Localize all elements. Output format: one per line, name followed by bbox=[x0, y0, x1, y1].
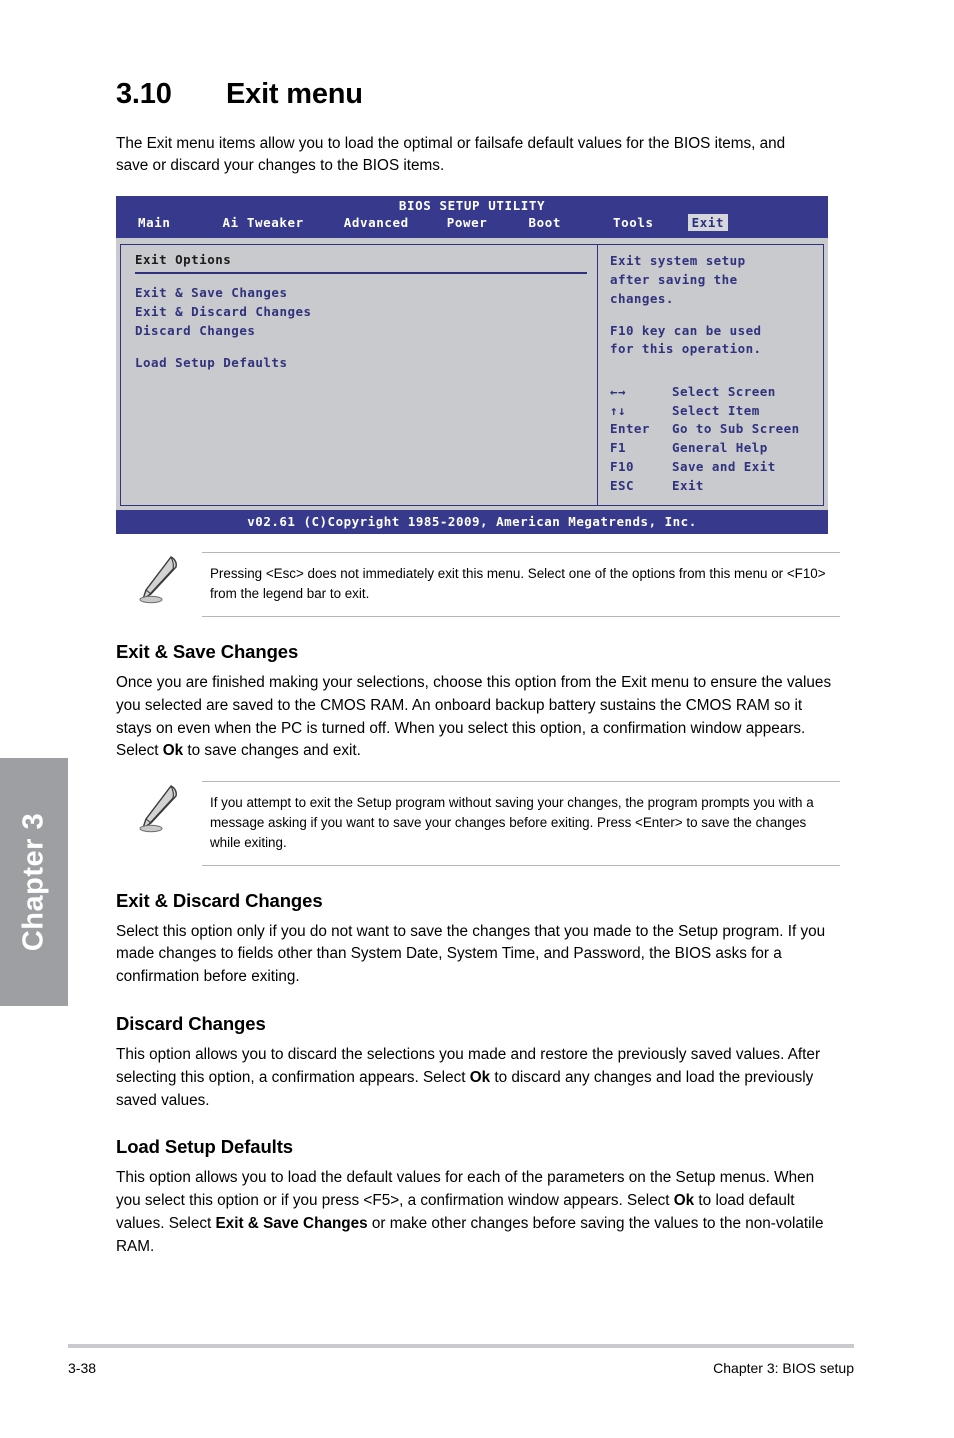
heading-load-setup-defaults: Load Setup Defaults bbox=[116, 1136, 293, 1158]
chapter-tab: Chapter 3 bbox=[0, 758, 68, 1006]
bios-header: BIOS SETUP UTILITY Main Ai Tweaker Advan… bbox=[116, 195, 828, 239]
legend-action-select-screen: Select Screen bbox=[672, 383, 776, 399]
bold-ok: Ok bbox=[469, 1068, 491, 1086]
bios-tab-exit[interactable]: Exit bbox=[687, 214, 729, 232]
section-number: 3.10 bbox=[116, 78, 172, 110]
footer-page-number: 3-38 bbox=[68, 1360, 97, 1376]
bios-title: BIOS SETUP UTILITY bbox=[398, 197, 546, 213]
heading-exit-save-changes: Exit & Save Changes bbox=[116, 641, 299, 662]
paragraph-discard-changes: This option allows you to discard the se… bbox=[116, 1044, 836, 1112]
chapter-tab-label: Chapter 3 bbox=[17, 812, 50, 952]
paragraph-load-setup-defaults: This option allows you to load the defau… bbox=[116, 1167, 836, 1258]
heading-exit-discard-changes: Exit & Discard Changes bbox=[116, 889, 323, 911]
note-text-container: Pressing <Esc> does not immediately exit… bbox=[202, 552, 840, 617]
bios-body: Exit Options Exit & Save Changes Exit & … bbox=[116, 238, 828, 511]
bios-help-text: Exit system setup after saving the chang… bbox=[610, 252, 815, 308]
bios-tab-main[interactable]: Main bbox=[134, 214, 175, 231]
paragraph-exit-save-changes: Once you are finished making your select… bbox=[116, 672, 836, 763]
pencil-icon bbox=[139, 785, 177, 833]
bios-help-text-secondary: F10 key can be used for this operation. bbox=[610, 322, 815, 360]
bios-options-heading: Exit Options bbox=[135, 252, 587, 275]
note-text: If you attempt to exit the Setup program… bbox=[210, 795, 814, 850]
section-title: Exit menu bbox=[226, 78, 363, 110]
bold-exit-save-changes: Exit & Save Changes bbox=[215, 1214, 368, 1232]
page-title: 3.10 Exit menu bbox=[116, 78, 840, 111]
legend-row: F1 General Help bbox=[610, 439, 800, 458]
legend-action-save-and-exit: Save and Exit bbox=[672, 458, 776, 474]
legend-row: F10 Save and Exit bbox=[610, 458, 800, 477]
manual-page: Chapter 3 3.10 Exit menu The Exit menu i… bbox=[0, 0, 954, 1438]
legend-action-exit: Exit bbox=[672, 477, 704, 493]
legend-row: ↑↓ Select Item bbox=[610, 402, 800, 421]
bios-item-exit-discard-changes[interactable]: Exit & Discard Changes bbox=[135, 302, 587, 321]
heading-discard-changes: Discard Changes bbox=[116, 1012, 266, 1034]
legend-row: ←→ Select Screen bbox=[610, 383, 800, 402]
legend-action-general-help: General Help bbox=[672, 440, 768, 456]
note-box-unsaved-changes: If you attempt to exit the Setup program… bbox=[116, 781, 840, 866]
bios-legend: ←→ Select Screen ↑↓ Select Item Enter Go… bbox=[610, 383, 800, 496]
bios-help-panel: Exit system setup after saving the chang… bbox=[598, 244, 824, 507]
bios-help-line-3: changes. bbox=[610, 290, 674, 306]
footer-divider bbox=[68, 1344, 854, 1348]
bios-setup-utility-screen: BIOS SETUP UTILITY Main Ai Tweaker Advan… bbox=[116, 195, 828, 535]
legend-action-go-to-sub-screen: Go to Sub Screen bbox=[672, 421, 800, 437]
note-text: Pressing <Esc> does not immediately exit… bbox=[210, 566, 826, 602]
bold-ok: Ok bbox=[162, 742, 184, 760]
text-part-b: to save changes and exit. bbox=[183, 742, 361, 760]
footer-chapter-label: Chapter 3: BIOS setup bbox=[713, 1360, 854, 1376]
bios-copyright-bar: v02.61 (C)Copyright 1985-2009, American … bbox=[116, 510, 828, 535]
bios-help-line-5: for this operation. bbox=[610, 341, 762, 357]
note-box-esc: Pressing <Esc> does not immediately exit… bbox=[116, 552, 840, 617]
bios-help-line-2: after saving the bbox=[610, 272, 738, 288]
legend-key-esc: ESC bbox=[610, 477, 634, 493]
bios-help-line-1: Exit system setup bbox=[610, 253, 746, 269]
bios-tab-ai-tweaker[interactable]: Ai Tweaker bbox=[219, 214, 308, 231]
page-content: 3.10 Exit menu The Exit menu items allow… bbox=[116, 78, 840, 1262]
legend-key-f10: F10 bbox=[610, 458, 634, 474]
intro-paragraph: The Exit menu items allow you to load th… bbox=[116, 135, 786, 175]
note-pencil-icon bbox=[116, 781, 202, 833]
page-footer: 3-38 Chapter 3: BIOS setup bbox=[68, 1360, 854, 1376]
legend-key-arrows-ud: ↑↓ bbox=[610, 402, 626, 418]
bios-tab-boot[interactable]: Boot bbox=[524, 214, 565, 231]
bios-item-exit-save-changes[interactable]: Exit & Save Changes bbox=[135, 283, 587, 302]
bios-tab-advanced[interactable]: Advanced bbox=[340, 214, 413, 231]
legend-key-arrows-lr: ←→ bbox=[610, 383, 626, 399]
bios-menu-bar: Main Ai Tweaker Advanced Power Boot Tool… bbox=[116, 213, 828, 234]
bios-options-panel: Exit Options Exit & Save Changes Exit & … bbox=[120, 244, 598, 507]
legend-action-select-item: Select Item bbox=[672, 402, 760, 418]
bios-tab-power[interactable]: Power bbox=[443, 214, 492, 231]
legend-key-enter: Enter bbox=[610, 421, 650, 437]
note-pencil-icon bbox=[116, 552, 202, 604]
note-text-container: If you attempt to exit the Setup program… bbox=[202, 781, 840, 866]
bios-tab-tools[interactable]: Tools bbox=[609, 214, 658, 231]
paragraph-exit-discard-changes: Select this option only if you do not wa… bbox=[116, 922, 826, 986]
legend-key-f1: F1 bbox=[610, 440, 626, 456]
bold-ok: Ok bbox=[673, 1192, 695, 1210]
bios-item-discard-changes[interactable]: Discard Changes bbox=[135, 321, 587, 340]
legend-row: ESC Exit bbox=[610, 477, 800, 496]
bios-item-load-setup-defaults[interactable]: Load Setup Defaults bbox=[135, 353, 587, 372]
legend-row: Enter Go to Sub Screen bbox=[610, 420, 800, 439]
bios-help-line-4: F10 key can be used bbox=[610, 322, 762, 338]
pencil-icon bbox=[139, 556, 177, 604]
